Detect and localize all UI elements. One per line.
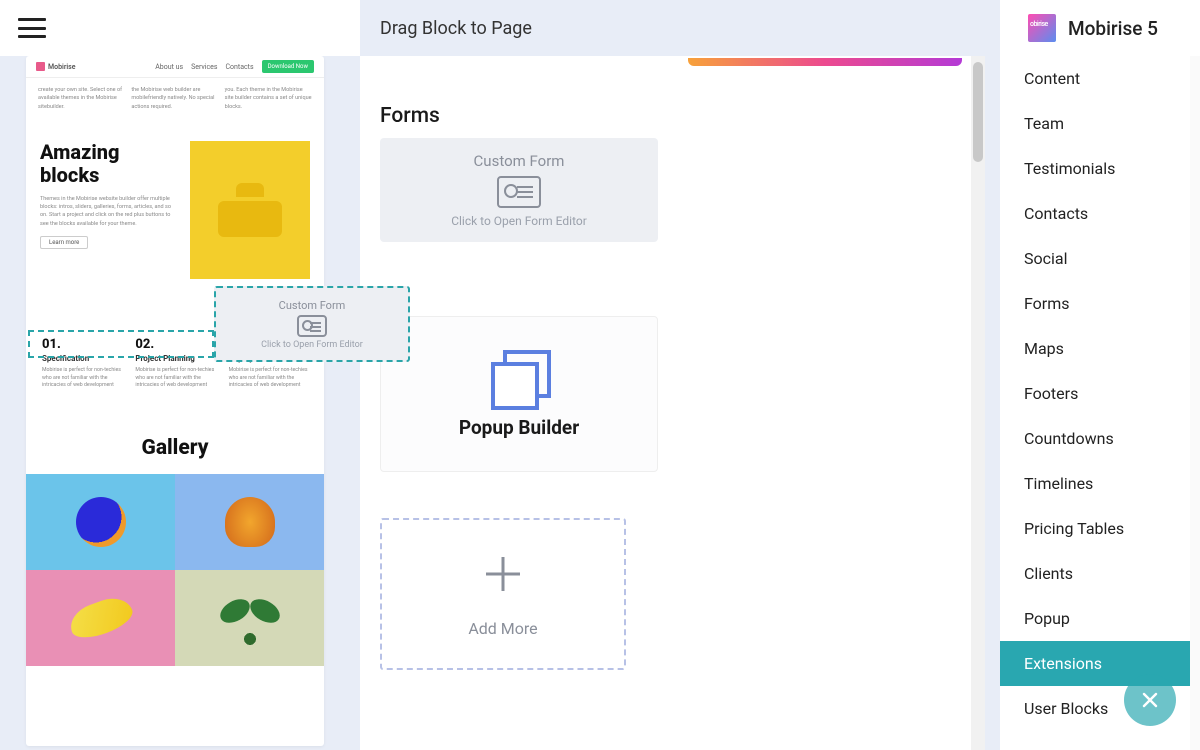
preview-nav-links: About us Services Contacts Download Now [155, 60, 314, 73]
add-more-label: Add More [468, 619, 537, 638]
section-label-forms: Forms [360, 104, 985, 128]
sidebar-item-team[interactable]: Team [1000, 101, 1200, 146]
close-panel-button[interactable] [1124, 674, 1176, 726]
popup-title: Popup Builder [459, 416, 579, 439]
drag-hint-label: Drag Block to Page [380, 18, 532, 39]
sidebar-item-footers[interactable]: Footers [1000, 371, 1200, 416]
blocks-panel: Forms Custom Form Click to Open Form Edi… [360, 56, 985, 750]
category-sidebar: ContentTeamTestimonialsContactsSocialFor… [1000, 56, 1200, 750]
preview-hero: Amazing blocks Themes in the Mobirise we… [26, 127, 324, 301]
brand-bar: Mobirise 5 [1000, 0, 1200, 56]
sidebar-item-timelines[interactable]: Timelines [1000, 461, 1200, 506]
gallery-image-3 [65, 592, 136, 644]
topbar-left [0, 0, 360, 56]
blocks-scrollbar-thumb[interactable] [973, 62, 983, 162]
sidebar-scrollbar[interactable] [1190, 56, 1200, 750]
drag-hint-bar: Drag Block to Page [360, 0, 1000, 56]
brand-logo-icon [1028, 14, 1056, 42]
add-more-button[interactable]: Add More [380, 518, 626, 670]
gallery-image-2 [225, 497, 275, 547]
sidebar-item-popup[interactable]: Popup [1000, 596, 1200, 641]
brand-label: Mobirise 5 [1068, 17, 1158, 40]
dragging-block-custom-form[interactable]: Custom Form Click to Open Form Editor [214, 286, 410, 362]
sidebar-item-contacts[interactable]: Contacts [1000, 191, 1200, 236]
preview-intro-columns: create your own site. Select one of avai… [26, 78, 324, 127]
block-title: Custom Form [474, 152, 565, 170]
gradient-divider [688, 58, 962, 66]
preview-hero-desc: Themes in the Mobirise website builder o… [40, 195, 176, 228]
telephone-icon [218, 183, 282, 237]
form-icon [297, 315, 327, 337]
sidebar-item-testimonials[interactable]: Testimonials [1000, 146, 1200, 191]
gallery-image-4 [215, 583, 285, 653]
plus-icon [480, 551, 526, 601]
preview-gallery: Gallery [26, 416, 324, 666]
popup-icon [491, 350, 547, 406]
sidebar-item-clients[interactable]: Clients [1000, 551, 1200, 596]
preview-logo: Mobirise [36, 62, 76, 71]
page-preview[interactable]: Mobirise About us Services Contacts Down… [26, 56, 324, 746]
preview-nav: Mobirise About us Services Contacts Down… [26, 56, 324, 78]
preview-learn-button: Learn more [40, 236, 88, 249]
hamburger-icon[interactable] [18, 18, 46, 38]
block-custom-form[interactable]: Custom Form Click to Open Form Editor [380, 138, 658, 242]
form-icon [497, 176, 541, 208]
block-popup-builder[interactable]: Popup Builder [380, 316, 658, 472]
block-subtitle: Click to Open Form Editor [451, 214, 587, 228]
sidebar-item-content[interactable]: Content [1000, 56, 1200, 101]
sidebar-item-social[interactable]: Social [1000, 236, 1200, 281]
drop-target-indicator [28, 330, 214, 358]
gallery-image-1 [76, 497, 126, 547]
sidebar-item-extensions[interactable]: Extensions [1000, 641, 1200, 686]
preview-hero-title: Amazing blocks [40, 141, 176, 187]
close-icon [1140, 690, 1160, 710]
preview-hero-image [190, 141, 310, 279]
sidebar-item-pricing-tables[interactable]: Pricing Tables [1000, 506, 1200, 551]
blocks-scrollbar[interactable] [971, 56, 985, 750]
preview-gallery-title: Gallery [26, 436, 324, 460]
sidebar-item-maps[interactable]: Maps [1000, 326, 1200, 371]
section-label-popup: up [360, 282, 985, 306]
sidebar-item-countdowns[interactable]: Countdowns [1000, 416, 1200, 461]
sidebar-item-forms[interactable]: Forms [1000, 281, 1200, 326]
